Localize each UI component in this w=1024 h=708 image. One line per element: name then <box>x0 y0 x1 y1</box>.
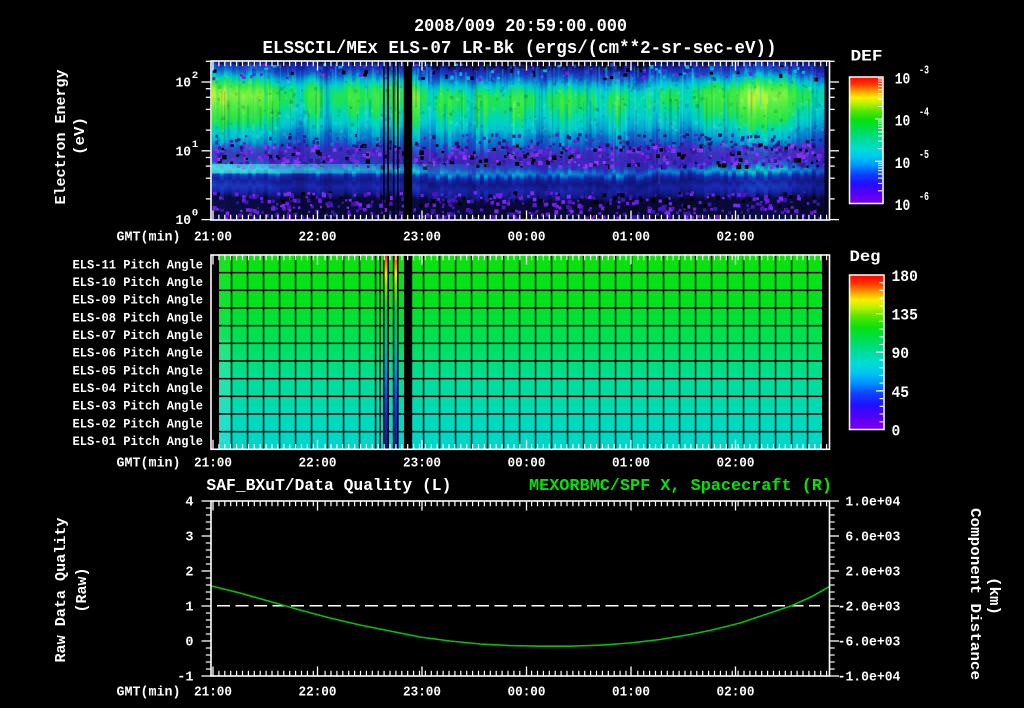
svg-text:3: 3 <box>185 531 193 546</box>
svg-text:ELS-10 Pitch Angle: ELS-10 Pitch Angle <box>73 275 204 290</box>
svg-text:-6.0e+03: -6.0e+03 <box>838 636 901 651</box>
svg-text:ELS-06 Pitch Angle: ELS-06 Pitch Angle <box>73 346 204 361</box>
svg-text:(Raw): (Raw) <box>74 568 91 613</box>
svg-text:-4: -4 <box>919 106 929 120</box>
svg-text:4: 4 <box>185 496 193 511</box>
svg-text:DEF: DEF <box>851 48 883 66</box>
svg-text:23:00: 23:00 <box>403 231 441 246</box>
svg-text:10: 10 <box>176 145 192 160</box>
svg-text:01:00: 01:00 <box>612 686 650 701</box>
svg-text:21:00: 21:00 <box>194 686 232 701</box>
svg-text:ELS-07 Pitch Angle: ELS-07 Pitch Angle <box>73 328 204 343</box>
svg-text:(km): (km) <box>985 577 1002 615</box>
svg-text:ELS-01 Pitch Angle: ELS-01 Pitch Angle <box>73 434 204 449</box>
svg-text:Component Distance: Component Distance <box>966 508 983 680</box>
svg-text:ELS-08 Pitch Angle: ELS-08 Pitch Angle <box>73 310 204 325</box>
svg-text:GMT(min): GMT(min) <box>117 230 181 246</box>
svg-text:22:00: 22:00 <box>299 457 337 472</box>
svg-text:1: 1 <box>192 139 199 151</box>
svg-text:23:00: 23:00 <box>403 686 441 701</box>
svg-text:ELSSCIL/MEx ELS-07 LR-Bk (erg: ELSSCIL/MEx ELS-07 LR-Bk (ergs/(cm**2-sr… <box>263 39 777 59</box>
svg-text:01:00: 01:00 <box>612 231 650 246</box>
svg-text:ELS-05 Pitch Angle: ELS-05 Pitch Angle <box>73 363 204 378</box>
svg-text:01:00: 01:00 <box>612 457 650 472</box>
svg-text:2: 2 <box>192 70 199 82</box>
svg-text:1: 1 <box>185 601 193 616</box>
svg-text:1.0e+04: 1.0e+04 <box>845 496 900 511</box>
svg-text:ELS-11 Pitch Angle: ELS-11 Pitch Angle <box>73 257 204 272</box>
svg-text:-6: -6 <box>919 190 929 204</box>
svg-text:10: 10 <box>895 155 911 173</box>
svg-text:10: 10 <box>895 113 911 131</box>
svg-text:10: 10 <box>176 214 192 229</box>
svg-text:(eV): (eV) <box>72 117 89 155</box>
svg-text:22:00: 22:00 <box>299 231 337 246</box>
svg-text:SAF_BXuT/Data Quality (L): SAF_BXuT/Data Quality (L) <box>206 477 451 496</box>
svg-text:00:00: 00:00 <box>508 231 546 246</box>
svg-text:ELS-02 Pitch Angle: ELS-02 Pitch Angle <box>73 416 204 431</box>
svg-text:6.0e+03: 6.0e+03 <box>845 531 900 546</box>
svg-text:MEXORBMC/SPF X, Spacecraft (R): MEXORBMC/SPF X, Spacecraft (R) <box>529 477 832 496</box>
svg-text:02:00: 02:00 <box>717 231 755 246</box>
svg-text:ELS-04 Pitch Angle: ELS-04 Pitch Angle <box>73 381 204 396</box>
svg-text:-1.0e+04: -1.0e+04 <box>838 671 901 686</box>
svg-text:ELS-09 Pitch Angle: ELS-09 Pitch Angle <box>73 293 204 308</box>
svg-text:0: 0 <box>192 208 199 220</box>
svg-text:90: 90 <box>892 345 910 363</box>
svg-text:Electron Energy: Electron Energy <box>53 70 70 205</box>
svg-text:2.0e+03: 2.0e+03 <box>845 566 900 581</box>
svg-text:21:00: 21:00 <box>194 457 232 472</box>
svg-text:0: 0 <box>185 636 193 651</box>
svg-text:180: 180 <box>892 268 918 286</box>
svg-text:Deg: Deg <box>850 248 881 266</box>
svg-text:45: 45 <box>892 384 910 402</box>
svg-text:10: 10 <box>176 77 192 92</box>
svg-text:21:00: 21:00 <box>194 231 232 246</box>
svg-text:2: 2 <box>185 566 193 581</box>
svg-text:-3: -3 <box>919 64 929 78</box>
svg-text:00:00: 00:00 <box>508 686 546 701</box>
svg-text:2008/009 20:59:00.000: 2008/009 20:59:00.000 <box>414 17 627 37</box>
svg-text:-5: -5 <box>919 148 929 162</box>
svg-text:0: 0 <box>892 423 901 441</box>
svg-text:135: 135 <box>892 307 918 325</box>
svg-text:00:00: 00:00 <box>508 457 546 472</box>
svg-text:10: 10 <box>895 71 911 89</box>
svg-text:-2.0e+03: -2.0e+03 <box>838 601 901 616</box>
svg-text:02:00: 02:00 <box>717 457 755 472</box>
svg-text:02:00: 02:00 <box>717 686 755 701</box>
svg-text:22:00: 22:00 <box>299 686 337 701</box>
svg-text:-1: -1 <box>177 671 193 686</box>
svg-text:GMT(min): GMT(min) <box>117 456 181 472</box>
svg-text:23:00: 23:00 <box>403 457 441 472</box>
svg-text:GMT(min): GMT(min) <box>117 685 181 701</box>
svg-text:10: 10 <box>895 197 911 215</box>
svg-text:Raw Data Quality: Raw Data Quality <box>53 518 70 663</box>
svg-text:ELS-03 Pitch Angle: ELS-03 Pitch Angle <box>73 399 204 414</box>
